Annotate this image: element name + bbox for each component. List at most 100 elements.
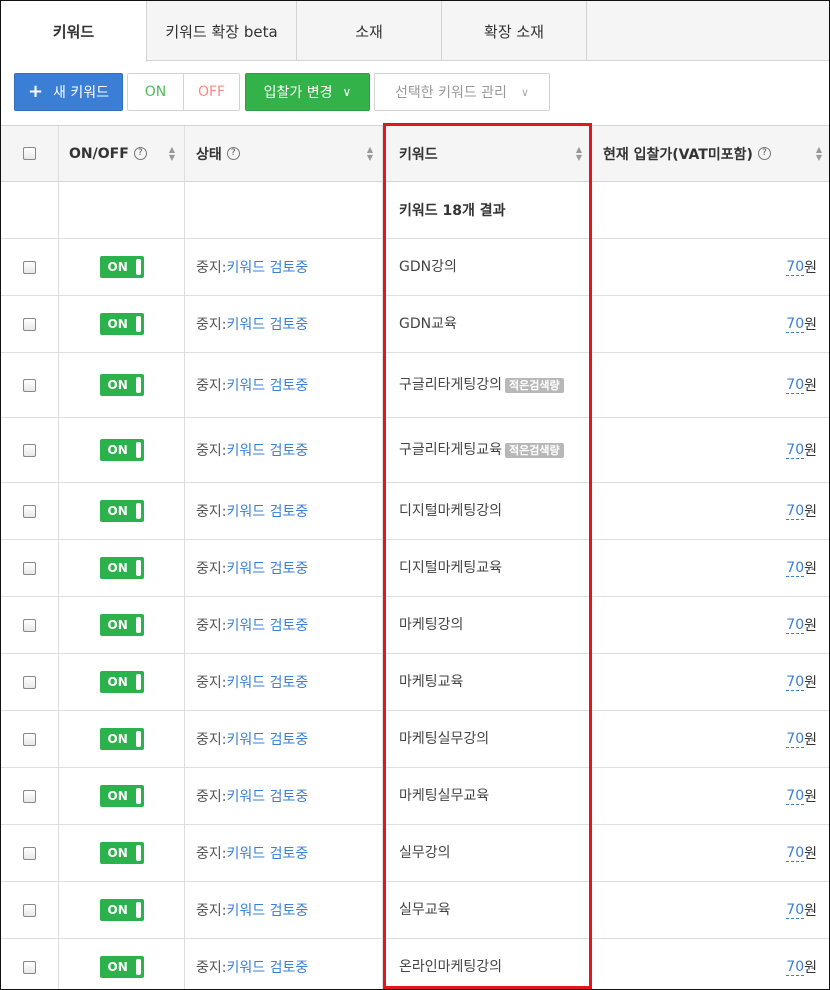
row-checkbox[interactable] (23, 903, 36, 917)
status-link[interactable]: 키워드 검토중 (226, 729, 308, 749)
bulk-on-button[interactable]: ON (128, 74, 184, 110)
onoff-toggle[interactable]: ON (99, 728, 144, 750)
status-link[interactable]: 키워드 검토중 (226, 615, 308, 635)
ad-keyword-manager: 키워드 키워드 확장 beta 소재 확장 소재 + 새 키워드 ON OFF … (0, 0, 830, 990)
low-volume-badge: 적은검색량 (505, 443, 564, 458)
onoff-toggle[interactable]: ON (99, 614, 144, 636)
status-link[interactable]: 키워드 검토중 (226, 672, 308, 692)
status-link[interactable]: 키워드 검토중 (226, 440, 308, 460)
status-link[interactable]: 키워드 검토중 (226, 314, 308, 334)
row-checkbox[interactable] (23, 618, 36, 632)
row-checkbox[interactable] (23, 443, 36, 457)
bulk-off-button[interactable]: OFF (184, 74, 239, 110)
onoff-toggle[interactable]: ON (99, 956, 144, 978)
header-onoff-label: ON/OFF (69, 145, 129, 162)
onoff-toggle[interactable]: ON (99, 374, 144, 396)
bid-value-link[interactable]: 70 (786, 731, 805, 748)
onoff-toggle[interactable]: ON (99, 899, 144, 921)
sort-icon[interactable]: ▲ ▼ (367, 145, 373, 162)
header-bid[interactable]: 현재 입찰가(VAT미포함) ? ▲ ▼ (592, 126, 829, 181)
keyword-label: 마케팅교육 (399, 674, 464, 690)
help-icon[interactable]: ? (757, 147, 771, 160)
row-checkbox[interactable] (23, 317, 36, 331)
header-status[interactable]: 상태 ? ▲ ▼ (185, 126, 383, 181)
row-onoff-cell: ON (59, 939, 185, 989)
row-bid-cell: 70 원 (592, 353, 829, 417)
tab-keywords[interactable]: 키워드 (1, 1, 147, 62)
sort-icon[interactable]: ▲ ▼ (576, 145, 582, 162)
status-link[interactable]: 키워드 검토중 (226, 375, 308, 395)
bid-unit: 원 (804, 443, 817, 459)
row-checkbox[interactable] (23, 675, 36, 689)
row-checkbox[interactable] (23, 260, 36, 274)
bid-value-link[interactable]: 70 (786, 845, 805, 862)
help-icon[interactable]: ? (226, 147, 240, 160)
header-onoff[interactable]: ON/OFF ? ▲ ▼ (59, 126, 185, 181)
bid-change-button[interactable]: 입찰가 변경 ∨ (245, 73, 370, 111)
status-link[interactable]: 키워드 검토중 (226, 957, 308, 977)
row-checkbox-cell (1, 939, 59, 989)
keyword-label: 온라인마케팅강의 (399, 959, 503, 975)
bid-value-link[interactable]: 70 (786, 617, 805, 634)
row-checkbox[interactable] (23, 789, 36, 803)
toolbar: + 새 키워드 ON OFF 입찰가 변경 ∨ 선택한 키워드 관리 ∨ (1, 61, 829, 125)
row-bid-cell: 70 원 (592, 597, 829, 653)
bid-value-link[interactable]: 70 (786, 259, 805, 276)
onoff-toggle[interactable]: ON (99, 785, 144, 807)
bid-value-link[interactable]: 70 (786, 316, 805, 333)
status-link[interactable]: 키워드 검토중 (226, 558, 308, 578)
status-link[interactable]: 키워드 검토중 (226, 786, 308, 806)
row-checkbox[interactable] (23, 504, 36, 518)
onoff-toggle[interactable]: ON (99, 500, 144, 522)
onoff-toggle[interactable]: ON (99, 557, 144, 579)
bid-value-link[interactable]: 70 (786, 674, 805, 691)
bid-value-link[interactable]: 70 (786, 560, 805, 577)
sort-icon[interactable]: ▲ ▼ (816, 145, 822, 162)
onoff-button-group: ON OFF (127, 73, 240, 111)
keyword-text: GDN교육 (399, 313, 457, 335)
tab-extensions[interactable]: 확장 소재 (442, 1, 587, 61)
onoff-toggle[interactable]: ON (99, 842, 144, 864)
tab-creatives[interactable]: 소재 (297, 1, 442, 61)
row-checkbox[interactable] (23, 378, 36, 392)
status-prefix: 중지: (196, 443, 227, 459)
bid-value-link[interactable]: 70 (786, 788, 805, 805)
bid-unit: 원 (804, 903, 817, 919)
header-keyword[interactable]: 키워드 ▲ ▼ (383, 126, 592, 181)
onoff-toggle[interactable]: ON (99, 256, 144, 278)
status-link[interactable]: 키워드 검토중 (226, 843, 308, 863)
status-prefix: 중지: (196, 618, 227, 634)
toggle-label: ON (107, 317, 128, 331)
new-keyword-button[interactable]: + 새 키워드 (14, 73, 123, 111)
status-link[interactable]: 키워드 검토중 (226, 257, 308, 277)
toggle-knob (135, 902, 141, 918)
manage-selected-dropdown[interactable]: 선택한 키워드 관리 ∨ (374, 73, 550, 111)
bid-value-link[interactable]: 70 (786, 377, 805, 394)
bid-value-link[interactable]: 70 (786, 503, 805, 520)
select-all-checkbox[interactable] (23, 147, 36, 160)
help-icon[interactable]: ? (133, 147, 147, 160)
bid-value-link[interactable]: 70 (786, 959, 805, 976)
sort-icon[interactable]: ▲ ▼ (169, 145, 175, 162)
row-checkbox[interactable] (23, 960, 36, 974)
row-checkbox[interactable] (23, 846, 36, 860)
row-status-cell: 중지: 키워드 검토중 (185, 239, 383, 295)
bid-value-link[interactable]: 70 (786, 902, 805, 919)
status-prefix: 중지: (196, 317, 227, 333)
tab-keyword-expansion[interactable]: 키워드 확장 beta (147, 1, 297, 61)
toggle-knob (135, 788, 141, 804)
status-link[interactable]: 키워드 검토중 (226, 900, 308, 920)
bid-unit: 원 (804, 732, 817, 748)
bid-unit: 원 (804, 317, 817, 333)
onoff-toggle[interactable]: ON (99, 671, 144, 693)
row-checkbox[interactable] (23, 732, 36, 746)
row-keyword-cell: GDN강의 (383, 239, 592, 295)
onoff-toggle[interactable]: ON (99, 439, 144, 461)
row-checkbox[interactable] (23, 561, 36, 575)
onoff-toggle[interactable]: ON (99, 313, 144, 335)
keyword-text: 마케팅교육 (399, 671, 463, 693)
status-link[interactable]: 키워드 검토중 (226, 501, 308, 521)
row-bid-cell: 70 원 (592, 239, 829, 295)
row-bid-cell: 70 원 (592, 939, 829, 989)
bid-value-link[interactable]: 70 (786, 442, 805, 459)
